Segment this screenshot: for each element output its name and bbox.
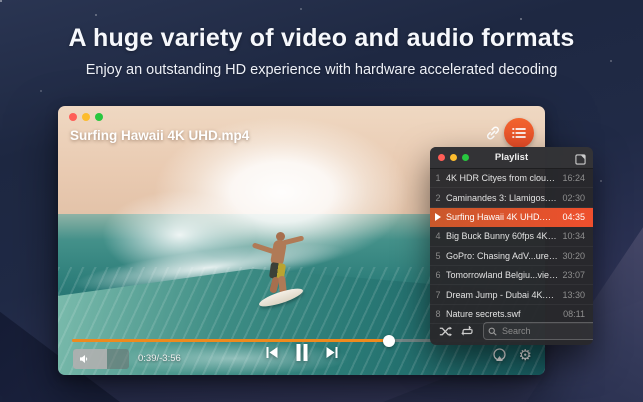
surfer-figure [248,230,308,320]
speaker-icon [79,354,89,364]
playlist-icon [512,127,526,139]
playlist-footer [430,317,593,345]
playlist-row-duration: 04:35 [562,212,593,222]
search-input[interactable] [500,325,593,337]
hero-subtitle: Enjoy an outstanding HD experience with … [0,62,643,78]
attach-window-icon [575,154,586,165]
playlist-row-duration: 13:30 [562,290,593,300]
playlist-row-duration: 30:20 [562,251,593,261]
next-icon [325,346,338,359]
attach-playlist-button[interactable] [575,152,586,170]
playlist-row-title: Tomorrowland Belgiu...vie 4K.mkv [446,270,562,280]
playlist-row-duration: 10:34 [562,231,593,241]
time-display: 0:39/-3:56 [138,349,181,369]
close-button[interactable] [69,113,77,121]
playlist-row[interactable]: 2 Caminandes 3: Llamigos.mov 02:30 [430,188,593,207]
next-button[interactable] [325,346,338,359]
playlist-row-title: Caminandes 3: Llamigos.mov [446,193,562,203]
wallpaper-stars [0,0,2,2]
window-title: Surfing Hawaii 4K UHD.mp4 [70,128,249,143]
settings-button[interactable]: ⚙ [519,348,532,363]
playlist-header: Playlist [430,147,593,169]
playlist-row-number: 6 [430,270,446,280]
play-icon [430,213,446,221]
playlist-row-number: 1 [430,173,446,183]
playlist-row[interactable]: 5 GoPro: Chasing AdV...ure 4K.mp4 30:20 [430,247,593,266]
playlist-row-title: GoPro: Chasing AdV...ure 4K.mp4 [446,251,562,261]
pause-button[interactable] [295,344,308,361]
desktop: A huge variety of video and audio format… [0,0,643,402]
transport-controls [265,344,338,361]
playlist-row-duration: 02:30 [562,193,593,203]
shuffle-icon [439,326,452,337]
volume-slider[interactable] [73,349,129,369]
playlist-toggle-button[interactable] [504,118,534,148]
playlist-row-number: 5 [430,251,446,261]
playlist-row-duration: 16:24 [562,173,593,183]
playlist-row-number: 7 [430,290,446,300]
player-right-controls: ⚙ [492,348,532,363]
playlist-title: Playlist [430,152,593,163]
link-button[interactable] [485,125,501,141]
search-icon [488,327,497,336]
zoom-button[interactable] [95,113,103,121]
playlist-row[interactable]: 6 Tomorrowland Belgiu...vie 4K.mkv 23:07 [430,266,593,285]
search-field[interactable] [483,322,593,340]
playlist-row-number: 2 [430,193,446,203]
playlist-row[interactable]: 7 Dream Jump - Dubai 4K.wmv 13:30 [430,285,593,304]
playlist-row[interactable]: Surfing Hawaii 4K UHD.mp4 04:35 [430,208,593,227]
playlist-row-title: Surfing Hawaii 4K UHD.mp4 [446,212,562,222]
previous-button[interactable] [265,346,278,359]
hero-banner: A huge variety of video and audio format… [0,24,643,78]
progress-knob[interactable] [383,335,395,347]
previous-icon [265,346,278,359]
repeat-icon [461,326,474,337]
playlist-row[interactable]: 1 4K HDR Cityes from clouds.avi 16:24 [430,169,593,188]
repeat-button[interactable] [461,326,474,337]
window-traffic-lights [69,113,103,121]
playlist-row-title: Big Buck Bunny 60fps 4K.mkv [446,231,562,241]
progress-fill [72,339,389,342]
link-icon [485,125,501,141]
airplay-icon [492,348,507,363]
playlist-row[interactable]: 4 Big Buck Bunny 60fps 4K.mkv 10:34 [430,227,593,246]
minimize-button[interactable] [82,113,90,121]
pause-icon [295,344,308,361]
airplay-button[interactable] [492,348,507,363]
playlist-panel: Playlist 1 4K HDR Cityes from clouds.avi… [430,147,593,345]
shuffle-button[interactable] [439,326,452,337]
playlist-row-title: Dream Jump - Dubai 4K.wmv [446,290,562,300]
playlist-row-title: 4K HDR Cityes from clouds.avi [446,173,562,183]
hero-title: A huge variety of video and audio format… [0,24,643,53]
playlist-row-number: 4 [430,231,446,241]
playlist-row-duration: 23:07 [562,270,593,280]
playlist-list: 1 4K HDR Cityes from clouds.avi 16:24 2 … [430,169,593,324]
